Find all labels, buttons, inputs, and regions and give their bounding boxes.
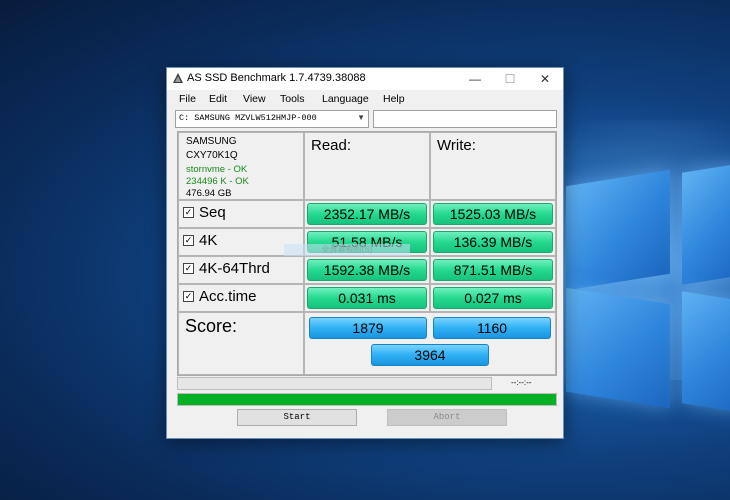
row-acctime-write-cell: 0.027 ms: [430, 284, 556, 312]
minimize-icon[interactable]: —: [457, 68, 493, 90]
window-title: AS SSD Benchmark 1.7.4739.38088: [187, 72, 366, 84]
4k64-read-value: 1592.38 MB/s: [307, 259, 427, 281]
chevron-down-icon: ▼: [357, 113, 365, 122]
overall-progress-bar: [177, 393, 557, 406]
as-ssd-window: AS SSD Benchmark 1.7.4739.38088 — ☐ ✕ Fi…: [166, 67, 564, 439]
seq-read-value: 2352.17 MB/s: [307, 203, 427, 225]
menu-bar: File Edit View Tools Language Help: [167, 90, 563, 108]
4k64-write-value: 871.51 MB/s: [433, 259, 553, 281]
menu-edit[interactable]: Edit: [209, 93, 227, 105]
elapsed-time: --:--:--: [511, 378, 532, 387]
drive-select[interactable]: C: SAMSUNG MZVLW512HMJP-000 ▼: [175, 110, 369, 128]
close-icon[interactable]: ✕: [527, 68, 563, 90]
row-4k-write-cell: 136.39 MB/s: [430, 228, 556, 256]
score-label: Score:: [185, 316, 238, 336]
menu-language[interactable]: Language: [322, 93, 369, 105]
4k-label: 4K: [199, 232, 218, 249]
alignment-status: 234496 K - OK: [186, 176, 249, 187]
4k-write-value: 136.39 MB/s: [433, 231, 553, 253]
4k64-label: 4K-64Thrd: [199, 260, 270, 277]
screenshot-overlay-label: 全屏幕截图(S): [284, 244, 410, 256]
windows-logo-pane-top-left: [566, 169, 670, 291]
windows-logo-pane-top-right: [682, 163, 730, 285]
seq-checkbox[interactable]: ✓: [183, 207, 194, 218]
read-header-cell: Read:: [304, 132, 430, 200]
4k-checkbox[interactable]: ✓: [183, 235, 194, 246]
row-4k64-read-cell: 1592.38 MB/s: [304, 256, 430, 284]
menu-help[interactable]: Help: [383, 93, 405, 105]
acctime-write-value: 0.027 ms: [433, 287, 553, 309]
abort-button[interactable]: Abort: [387, 409, 507, 426]
results-grid: SAMSUNG CXY70K1Q stornvme - OK 234496 K …: [177, 131, 557, 376]
row-4k64-write-cell: 871.51 MB/s: [430, 256, 556, 284]
score-read-value: 1879: [309, 317, 427, 339]
drive-firmware: CXY70K1Q: [186, 150, 238, 161]
driver-status: stornvme - OK: [186, 164, 248, 175]
score-total-value: 3964: [371, 344, 489, 366]
title-bar[interactable]: AS SSD Benchmark 1.7.4739.38088 — ☐ ✕: [167, 68, 563, 90]
row-4k64-label-cell: ✓ 4K-64Thrd: [178, 256, 304, 284]
acctime-read-value: 0.031 ms: [307, 287, 427, 309]
drive-size: 476.94 GB: [186, 188, 232, 199]
write-header-cell: Write:: [430, 132, 556, 200]
drive-vendor: SAMSUNG: [186, 136, 237, 147]
write-header: Write:: [437, 137, 476, 154]
acctime-label: Acc.time: [199, 288, 257, 305]
row-seq-label-cell: ✓ Seq: [178, 200, 304, 228]
app-icon: [173, 73, 183, 83]
seq-write-value: 1525.03 MB/s: [433, 203, 553, 225]
4k64-checkbox[interactable]: ✓: [183, 263, 194, 274]
row-seq-read-cell: 2352.17 MB/s: [304, 200, 430, 228]
read-header: Read:: [311, 137, 352, 154]
row-acctime-read-cell: 0.031 ms: [304, 284, 430, 312]
menu-view[interactable]: View: [243, 93, 266, 105]
menu-file[interactable]: File: [179, 93, 196, 105]
row-acctime-label-cell: ✓ Acc.time: [178, 284, 304, 312]
menu-tools[interactable]: Tools: [280, 93, 305, 105]
acctime-checkbox[interactable]: ✓: [183, 291, 194, 302]
start-button[interactable]: Start: [237, 409, 357, 426]
seq-label: Seq: [199, 204, 226, 221]
drive-select-value: C: SAMSUNG MZVLW512HMJP-000: [179, 113, 317, 123]
test-progress-bar: [177, 377, 492, 390]
score-label-cell: Score:: [178, 312, 304, 375]
score-values-cell: 1879 1160 3964: [304, 312, 556, 375]
windows-logo-pane-bottom-right: [682, 291, 730, 413]
windows-logo-pane-bottom-left: [566, 287, 670, 409]
row-seq-write-cell: 1525.03 MB/s: [430, 200, 556, 228]
test-size-field[interactable]: [373, 110, 557, 128]
drive-info-panel: SAMSUNG CXY70K1Q stornvme - OK 234496 K …: [178, 132, 304, 200]
maximize-icon[interactable]: ☐: [492, 68, 528, 90]
score-write-value: 1160: [433, 317, 551, 339]
